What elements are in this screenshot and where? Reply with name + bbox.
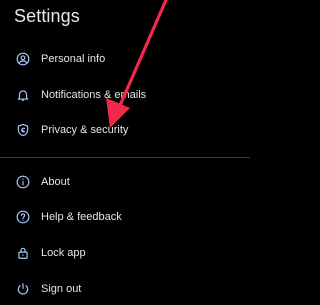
settings-screen: Settings Personal info Notifications & e… bbox=[0, 0, 250, 300]
menu-item-label: Privacy & security bbox=[41, 124, 129, 136]
menu-item-notifications[interactable]: Notifications & emails bbox=[0, 79, 250, 111]
menu-item-label: Personal info bbox=[41, 53, 106, 65]
help-icon bbox=[16, 210, 30, 224]
menu-item-label: About bbox=[41, 176, 70, 188]
menu-item-lock-app[interactable]: Lock app bbox=[0, 237, 250, 269]
power-icon bbox=[16, 282, 30, 296]
menu-item-about[interactable]: About bbox=[0, 166, 250, 198]
section-divider bbox=[0, 157, 250, 158]
info-icon bbox=[16, 175, 30, 189]
menu-item-personal-info[interactable]: Personal info bbox=[0, 43, 250, 75]
bell-icon bbox=[16, 88, 30, 102]
menu-item-label: Sign out bbox=[41, 283, 82, 295]
menu-item-label: Notifications & emails bbox=[41, 89, 147, 101]
menu-item-label: Lock app bbox=[41, 247, 86, 259]
menu-item-help-feedback[interactable]: Help & feedback bbox=[0, 201, 250, 233]
lock-icon bbox=[16, 246, 30, 260]
shield-icon bbox=[16, 123, 30, 137]
menu-item-sign-out[interactable]: Sign out bbox=[0, 273, 250, 305]
menu-item-label: Help & feedback bbox=[41, 211, 122, 223]
account-circle-icon bbox=[16, 52, 30, 66]
page-title: Settings bbox=[14, 6, 80, 26]
menu-item-privacy-security[interactable]: Privacy & security bbox=[0, 114, 250, 146]
